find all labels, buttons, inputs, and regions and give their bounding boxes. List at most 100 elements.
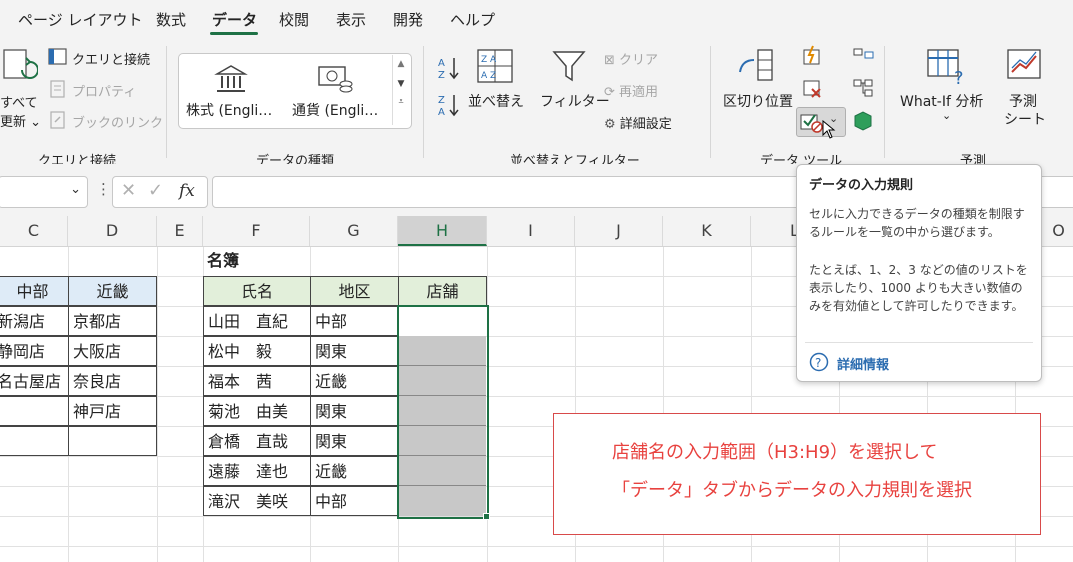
tab-page-layout[interactable]: ページ レイアウト	[18, 9, 142, 30]
table-header-chubu[interactable]: 中部	[0, 276, 69, 306]
gallery-scroll[interactable]: ▲ ▼ ⩡	[392, 55, 409, 125]
table-cell[interactable]: 中部	[310, 306, 399, 336]
data-model-icon[interactable]	[852, 110, 874, 132]
column-header-k[interactable]: K	[663, 216, 751, 246]
queries-connections-icon	[48, 48, 67, 65]
properties-button[interactable]: プロパティ	[72, 81, 136, 100]
text-to-columns-icon	[739, 49, 773, 81]
table-cell[interactable]: 滝沢 美咲	[203, 486, 311, 516]
table-cell[interactable]: 松中 毅	[203, 336, 311, 366]
table-cell[interactable]: 山田 直紀	[203, 306, 311, 336]
filter-button[interactable]: フィルター	[540, 91, 610, 111]
table-cell-selected[interactable]	[399, 336, 486, 366]
sort-a-to-z-icon[interactable]: A Z	[436, 55, 464, 81]
edit-links-button[interactable]: ブックのリンク	[72, 112, 163, 131]
table-cell[interactable]: 近畿	[310, 366, 399, 396]
fill-handle[interactable]	[483, 513, 490, 520]
remove-duplicates-icon[interactable]	[801, 78, 823, 100]
forecast-sheet-label-2[interactable]: シート	[1004, 109, 1046, 129]
table-cell[interactable]: 静岡店	[0, 336, 69, 366]
name-box[interactable]: ⌄	[0, 176, 88, 208]
forecast-sheet-icon	[1007, 49, 1041, 79]
tab-formulas[interactable]: 数式	[156, 9, 186, 30]
table-cell[interactable]	[0, 426, 69, 456]
filter-icon	[552, 51, 586, 82]
table-cell[interactable]: 関東	[310, 336, 399, 366]
table-cell[interactable]	[68, 426, 157, 456]
stocks-button[interactable]: 株式 (Engli…	[186, 100, 272, 120]
table-cell[interactable]: 遠藤 達也	[203, 456, 311, 486]
table-cell[interactable]	[0, 396, 69, 426]
chevron-down-icon[interactable]: ⌄	[942, 109, 951, 122]
sort-icon: Z A A Z	[477, 49, 513, 83]
column-header-i[interactable]: I	[487, 216, 575, 246]
table-cell[interactable]: 関東	[310, 426, 399, 456]
table-cell[interactable]: 倉橋 直哉	[203, 426, 311, 456]
tab-help[interactable]: ヘルプ	[450, 9, 495, 30]
table-cell[interactable]: 福本 茜	[203, 366, 311, 396]
svg-text:Z: Z	[438, 95, 445, 106]
table-cell[interactable]: 関東	[310, 396, 399, 426]
insert-function-button[interactable]: fx	[179, 181, 195, 201]
table-cell[interactable]: 大阪店	[68, 336, 157, 366]
table-cell[interactable]: 京都店	[68, 306, 157, 336]
refresh-all-icon[interactable]	[2, 48, 38, 88]
column-header-f[interactable]: F	[203, 216, 310, 246]
chevron-down-icon[interactable]: ⌄	[70, 182, 81, 197]
sort-button[interactable]: 並べ替え	[468, 91, 524, 111]
clear-label: クリア	[619, 53, 659, 68]
column-header-c[interactable]: C	[0, 216, 68, 246]
tooltip-more-info-link[interactable]: 詳細情報	[837, 354, 889, 373]
table-cell[interactable]: 菊池 由美	[203, 396, 311, 426]
table-cell[interactable]: 名古屋店	[0, 366, 69, 396]
reapply-button[interactable]: ⟳ 再適用	[604, 81, 658, 100]
tab-view[interactable]: 表示	[336, 9, 366, 30]
what-if-analysis-button[interactable]: What-If 分析	[900, 91, 983, 111]
column-header-h[interactable]: H	[398, 216, 487, 246]
roster-header-district[interactable]: 地区	[310, 276, 399, 306]
table-header-kinki[interactable]: 近畿	[68, 276, 157, 306]
table-cell-selected[interactable]	[399, 456, 486, 486]
table-cell-selected[interactable]	[399, 426, 486, 456]
table-cell-active[interactable]	[399, 307, 486, 337]
refresh-all-label-2[interactable]: 更新 ⌄	[0, 111, 41, 130]
svg-text:A Z: A Z	[481, 71, 496, 81]
roster-header-store[interactable]: 店舗	[398, 276, 487, 306]
column-header-e[interactable]: E	[157, 216, 203, 246]
enter-icon[interactable]: ✓	[148, 180, 163, 201]
tab-review[interactable]: 校閲	[279, 9, 309, 30]
column-header-j[interactable]: J	[575, 216, 663, 246]
table-cell[interactable]: 神戸店	[68, 396, 157, 426]
relationships-icon[interactable]	[852, 78, 874, 98]
group-separator	[710, 46, 711, 158]
data-validation-button[interactable]: ⌄	[796, 107, 846, 137]
column-header-d[interactable]: D	[68, 216, 157, 246]
advanced-button[interactable]: ⚙ 詳細設定	[604, 113, 672, 132]
more-options-icon[interactable]: ⋮	[96, 180, 111, 198]
group-separator	[423, 46, 424, 158]
clear-button[interactable]: ⊠ クリア	[604, 49, 658, 68]
column-header-g[interactable]: G	[310, 216, 398, 246]
callout-line-1: 店舗名の入力範囲（H3:H9）を選択して	[612, 442, 938, 463]
flash-fill-icon[interactable]	[801, 45, 823, 67]
tooltip-divider	[805, 342, 1033, 343]
roster-header-name[interactable]: 氏名	[203, 276, 311, 306]
tab-developer[interactable]: 開発	[393, 9, 423, 30]
table-cell[interactable]: 奈良店	[68, 366, 157, 396]
table-cell-selected[interactable]	[399, 396, 486, 426]
table-cell[interactable]: 中部	[310, 486, 399, 516]
table-cell[interactable]: 新潟店	[0, 306, 69, 336]
text-to-columns-button[interactable]: 区切り位置	[723, 91, 793, 111]
table-cell-selected[interactable]	[399, 486, 486, 516]
tab-data[interactable]: データ	[212, 9, 257, 30]
forecast-sheet-label-1[interactable]: 予測	[1009, 91, 1037, 111]
refresh-all-label-1[interactable]: すべて	[0, 92, 38, 111]
currency-button[interactable]: 通貨 (Engli…	[292, 100, 378, 120]
instruction-callout: 店舗名の入力範囲（H3:H9）を選択して 「データ」タブからデータの入力規則を選…	[553, 413, 1041, 535]
sort-z-to-a-icon[interactable]: Z A	[436, 92, 464, 118]
consolidate-icon[interactable]	[852, 46, 874, 66]
queries-connections-button[interactable]: クエリと接続	[72, 49, 150, 68]
table-cell-selected[interactable]	[399, 366, 486, 396]
table-cell[interactable]: 近畿	[310, 456, 399, 486]
cancel-icon[interactable]: ✕	[121, 180, 136, 201]
